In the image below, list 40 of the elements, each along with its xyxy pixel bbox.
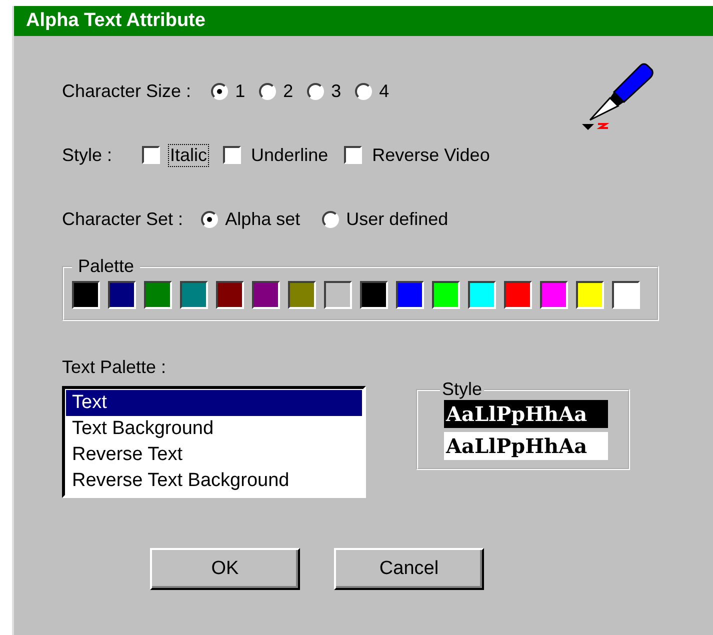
color-swatch[interactable] (504, 281, 532, 309)
list-item[interactable]: Text Background (66, 416, 362, 442)
color-swatch[interactable] (324, 281, 352, 309)
list-box[interactable]: Text Text Background Reverse Text Reverse Text Background (62, 386, 366, 498)
list-item[interactable]: Text (66, 390, 362, 416)
radio-button[interactable]: User defined (322, 208, 448, 230)
checkbox[interactable]: Underline (223, 144, 330, 166)
color-swatch[interactable] (216, 281, 244, 309)
radio-button[interactable]: 3 (307, 80, 342, 102)
color-swatch[interactable] (540, 281, 568, 309)
color-swatch[interactable] (612, 281, 640, 309)
color-swatch[interactable] (144, 281, 172, 309)
color-swatch[interactable] (468, 281, 496, 309)
field-label: Style : (62, 144, 112, 166)
ok-button[interactable]: OK (150, 548, 300, 590)
color-swatch[interactable] (252, 281, 280, 309)
radio-button[interactable]: 1 (211, 80, 246, 102)
radio-button[interactable]: 4 (355, 80, 390, 102)
color-swatch[interactable] (432, 281, 460, 309)
color-swatch[interactable] (180, 281, 208, 309)
radio-button[interactable]: Alpha set (201, 208, 300, 230)
color-swatch[interactable] (360, 281, 388, 309)
color-swatch[interactable] (576, 281, 604, 309)
color-swatch[interactable] (72, 281, 100, 309)
text-sample: AaLlPpHhAa (444, 432, 608, 460)
color-swatch[interactable] (288, 281, 316, 309)
list-item[interactable]: Reverse Text (66, 442, 362, 468)
color-swatch[interactable] (396, 281, 424, 309)
list-item[interactable]: Reverse Text Background (66, 468, 362, 494)
color-swatch[interactable] (108, 281, 136, 309)
text-sample: AaLlPpHhAa (444, 400, 608, 428)
group-label: Style (441, 379, 484, 400)
field-label: Text Palette : (62, 357, 166, 377)
field-label: Character Size : (62, 80, 192, 102)
checkbox[interactable]: Reverse Video (344, 144, 492, 166)
window-title: Alpha Text Attribute (14, 6, 713, 36)
group-label: Palette (77, 256, 136, 277)
cancel-button[interactable]: Cancel (334, 548, 484, 590)
radio-button[interactable]: 2 (259, 80, 294, 102)
field-label: Character Set : (62, 208, 184, 230)
